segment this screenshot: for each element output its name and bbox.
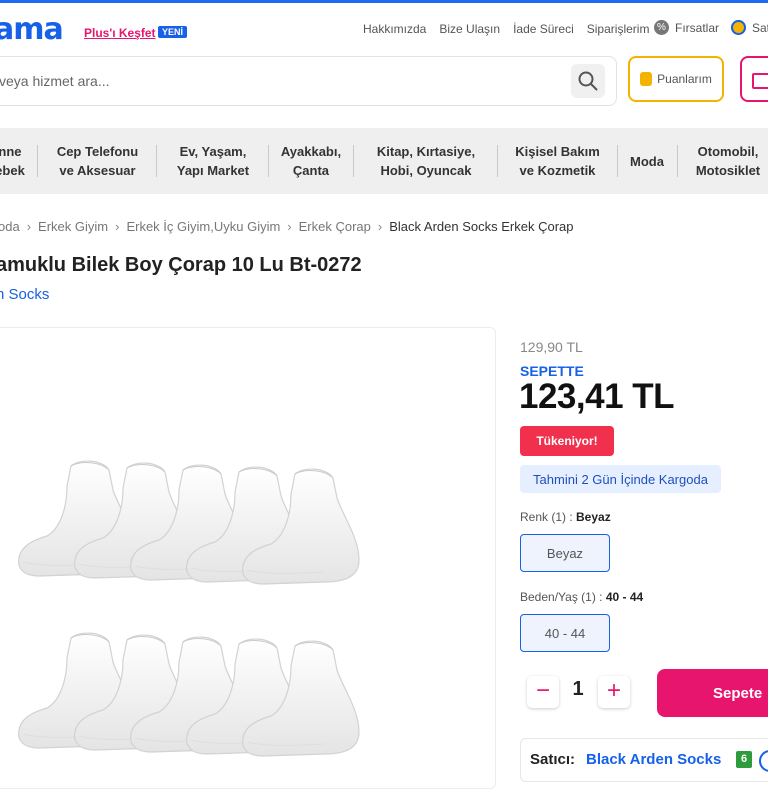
quantity-value[interactable]: 1 bbox=[566, 678, 590, 701]
deals-label: Fırsatlar bbox=[675, 20, 720, 35]
seller-label: Satıcı: bbox=[530, 751, 576, 768]
category-phones[interactable]: Cep Telefonu ve Aksesuar bbox=[40, 128, 155, 194]
divider bbox=[497, 145, 498, 177]
coins-icon bbox=[640, 72, 653, 86]
points-button[interactable]: Puanlarım bbox=[628, 56, 724, 102]
search-icon bbox=[578, 71, 598, 91]
increase-quantity-button[interactable]: + bbox=[598, 676, 630, 708]
low-stock-badge: Tükeniyor! bbox=[520, 426, 614, 456]
divider bbox=[677, 145, 678, 177]
category-personal-care[interactable]: Kişisel Bakım ve Kozmetik bbox=[500, 128, 615, 194]
category-shoes-bags[interactable]: Ayakkabı, Çanta bbox=[270, 128, 352, 194]
search-input[interactable] bbox=[0, 57, 561, 105]
coupon-button[interactable] bbox=[740, 56, 768, 102]
top-accent-line bbox=[0, 0, 768, 3]
link-orders[interactable]: Siparişlerim bbox=[587, 22, 650, 36]
link-about[interactable]: Hakkımızda bbox=[363, 22, 426, 36]
info-icon[interactable] bbox=[759, 750, 768, 772]
product-image[interactable] bbox=[0, 328, 495, 788]
category-bar: nneebek Cep Telefonuve Aksesuar Ev, Yaşa… bbox=[0, 128, 768, 194]
percent-icon: % bbox=[654, 20, 669, 35]
old-price: 129,90 TL bbox=[520, 339, 583, 355]
color-label: Renk (1) : Beyaz bbox=[520, 510, 611, 524]
divider bbox=[156, 145, 157, 177]
price: 123,41 TL bbox=[519, 377, 675, 416]
seller-box: Satıcı: Black Arden Socks 6 bbox=[520, 738, 768, 782]
size-label: Beden/Yaş (1) : 40 - 44 bbox=[520, 590, 644, 604]
product-image-frame bbox=[0, 327, 496, 789]
add-to-cart-button[interactable]: Sepete bbox=[657, 669, 768, 717]
divider bbox=[37, 145, 38, 177]
ticket-icon bbox=[752, 73, 768, 89]
category-fashion[interactable]: Moda bbox=[619, 128, 675, 194]
plus-discover-link[interactable]: Plus'ı Keşfet bbox=[84, 26, 156, 40]
search-bar bbox=[0, 56, 617, 106]
sell-label: Sat bbox=[752, 20, 768, 35]
shipping-estimate: Tahmini 2 Gün İçinde Kargoda bbox=[520, 465, 721, 493]
brand-link[interactable]: n Socks bbox=[0, 286, 49, 303]
breadcrumb: oda › Erkek Giyim › Erkek İç Giyim,Uyku Gi… bbox=[0, 219, 573, 234]
divider bbox=[617, 145, 618, 177]
minus-icon: − bbox=[535, 677, 550, 704]
breadcrumb-item[interactable]: Erkek Çorap bbox=[299, 219, 371, 234]
link-contact[interactable]: Bize Ulaşın bbox=[439, 22, 500, 36]
breadcrumb-current[interactable]: Black Arden Socks Erkek Çorap bbox=[389, 219, 573, 234]
site-logo[interactable]: ama bbox=[0, 12, 64, 47]
chevron-right-icon: › bbox=[377, 219, 383, 234]
chevron-right-icon: › bbox=[287, 219, 292, 234]
link-returns[interactable]: İade Süreci bbox=[513, 22, 574, 36]
product-title: amuklu Bilek Boy Çorap 10 Lu Bt-0272 bbox=[0, 254, 362, 276]
breadcrumb-item[interactable]: oda bbox=[0, 219, 20, 234]
chevron-right-icon: › bbox=[26, 219, 32, 234]
category-books-hobby[interactable]: Kitap, Kırtasiye, Hobi, Oyuncak bbox=[355, 128, 497, 194]
plus-icon: + bbox=[606, 677, 621, 704]
category-mother-baby[interactable]: nneebek bbox=[0, 128, 30, 194]
category-home-living[interactable]: Ev, Yaşam, Yapı Market bbox=[158, 128, 268, 194]
decrease-quantity-button[interactable]: − bbox=[527, 676, 559, 708]
seller-score-badge: 6 bbox=[736, 751, 752, 768]
points-label: Puanlarım bbox=[657, 72, 712, 86]
chevron-right-icon: › bbox=[115, 219, 120, 234]
deals-link[interactable]: % Fırsatlar bbox=[654, 20, 719, 35]
breadcrumb-item[interactable]: Erkek İç Giyim,Uyku Giyim bbox=[126, 219, 280, 234]
new-badge: YENİ bbox=[158, 26, 188, 38]
divider bbox=[353, 145, 354, 177]
size-option-button[interactable]: 40 - 44 bbox=[520, 614, 610, 652]
color-option-button[interactable]: Beyaz bbox=[520, 534, 610, 572]
search-button[interactable] bbox=[571, 64, 605, 98]
category-automotive[interactable]: Otomobil, Motosiklet bbox=[680, 128, 768, 194]
sell-link[interactable]: Sat bbox=[731, 20, 768, 35]
breadcrumb-item[interactable]: Erkek Giyim bbox=[38, 219, 108, 234]
seller-name-link[interactable]: Black Arden Socks bbox=[586, 751, 721, 768]
sun-icon bbox=[731, 20, 746, 35]
top-links: Hakkımızda Bize Ulaşın İade Süreci Sipar… bbox=[363, 22, 662, 36]
divider bbox=[268, 145, 269, 177]
